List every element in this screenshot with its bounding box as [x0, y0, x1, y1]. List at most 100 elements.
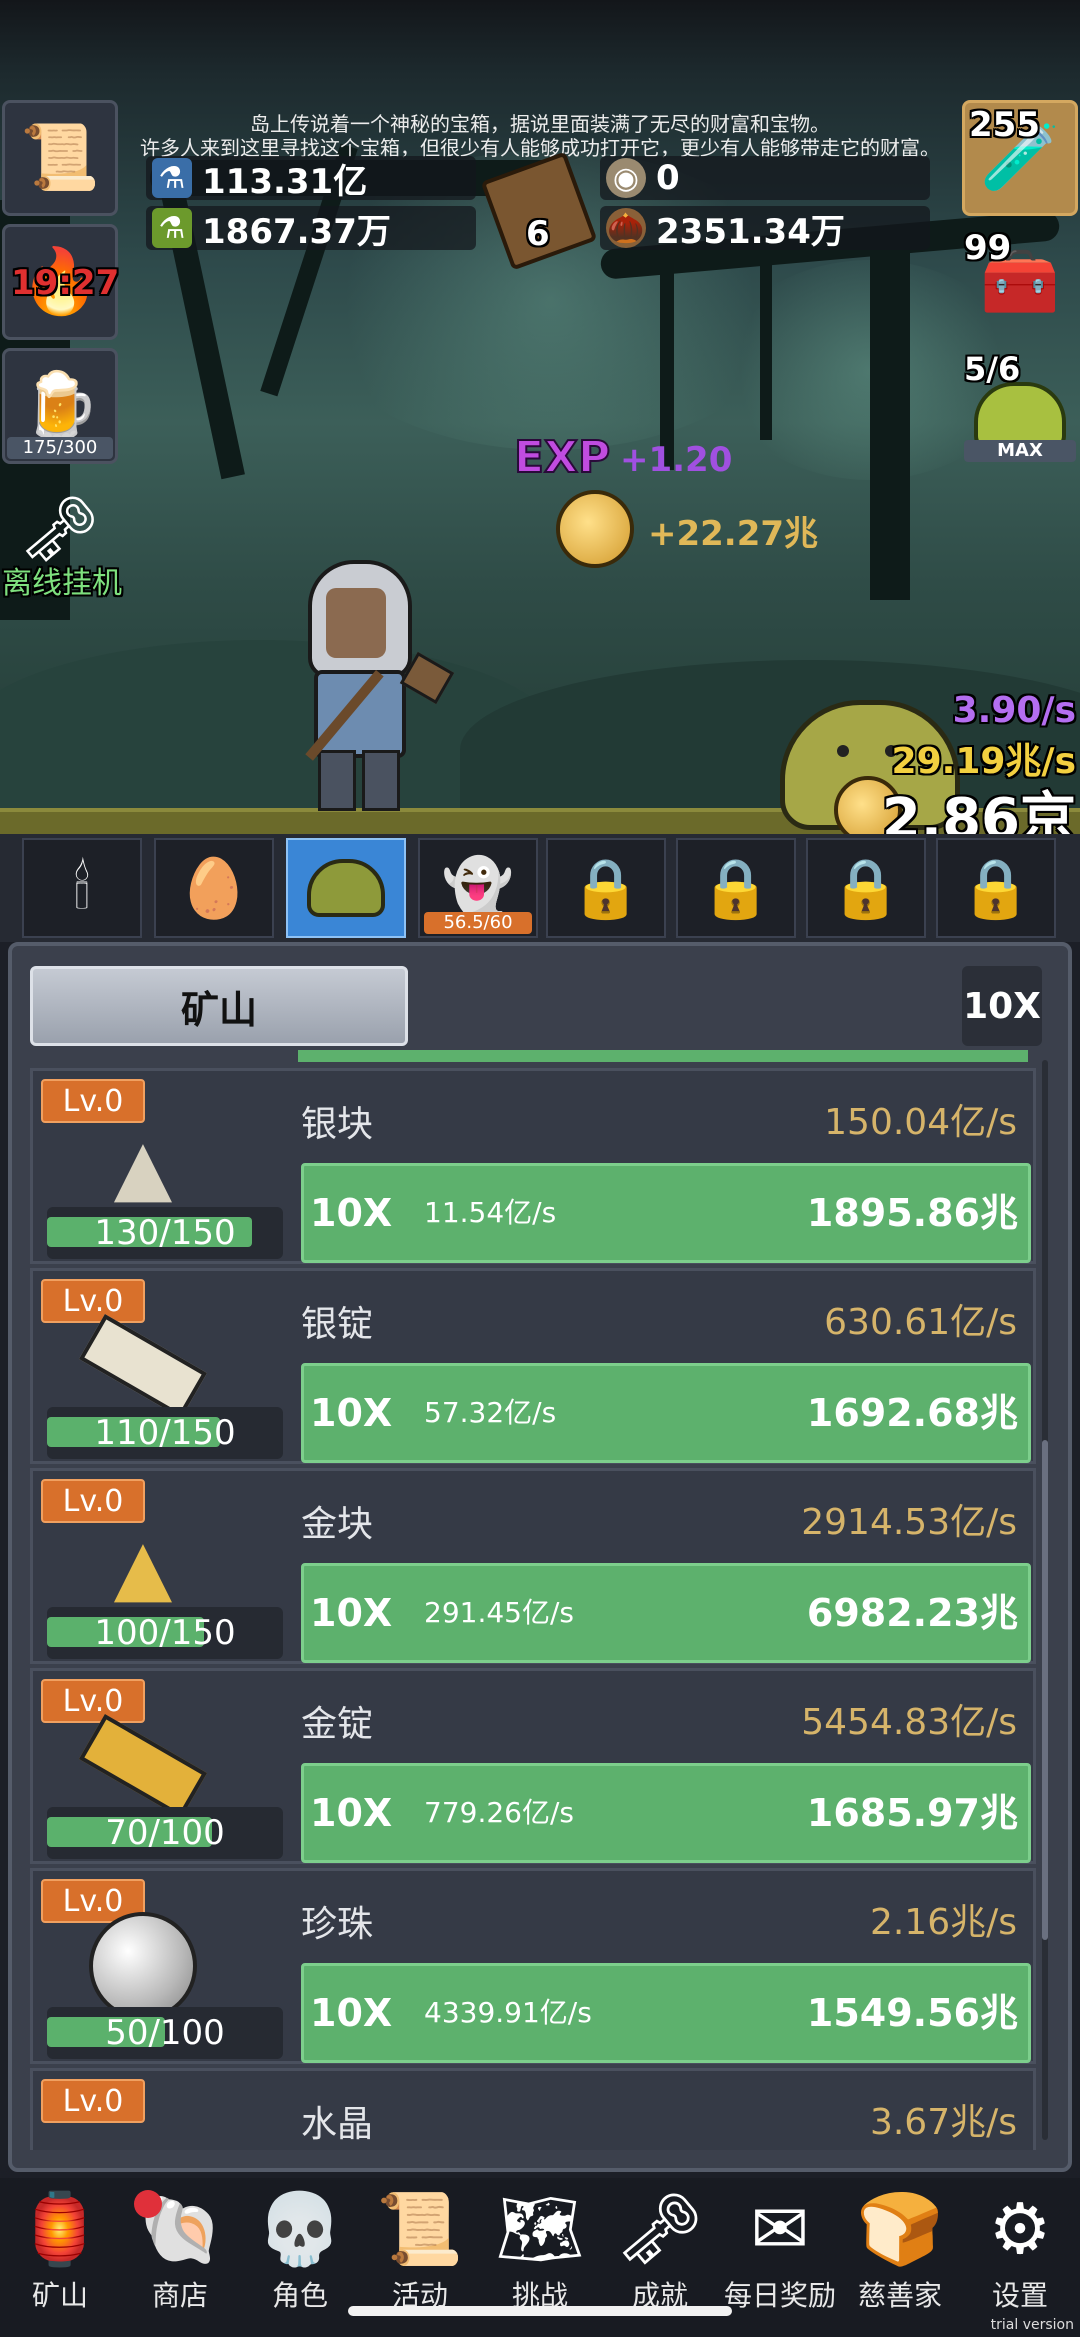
egg-slot[interactable]: 🥚 — [154, 838, 274, 938]
scroll-icon: 📜 — [20, 121, 100, 195]
locked-slot-3[interactable]: 🔒 — [806, 838, 926, 938]
key-icon: 🗝 — [615, 2188, 705, 2270]
ghost-slot[interactable]: 👻 56.5/60 — [418, 838, 538, 938]
locked-slot-1[interactable]: 🔒 — [546, 838, 666, 938]
watermark: trial version — [990, 2317, 1074, 2333]
silver-ingot-icon — [73, 1311, 213, 1421]
item-card: Lv.0 70/100 金锭 5454.83亿/s 10X 779.26亿/s 16… — [30, 1668, 1036, 1864]
gold-coin-icon — [556, 490, 634, 568]
scroll-icon: 📜 — [376, 2188, 464, 2270]
item-progress: 100/150 — [47, 1607, 283, 1659]
potion-button[interactable]: 🧪 255 — [962, 100, 1078, 216]
buy-button[interactable]: 10X 291.45亿/s 6982.23兆 — [301, 1563, 1031, 1663]
mine-tab-button[interactable]: 矿山 — [30, 966, 408, 1046]
slime-pet-button[interactable]: 5/6 MAX — [962, 348, 1078, 464]
slime-max-badge: MAX — [964, 440, 1076, 462]
skull-icon: 💀 — [256, 2188, 344, 2270]
item-list: Lv.0 ▲ 130/150 银块 150.04亿/s 10X 11.54亿/s 1… — [30, 1050, 1046, 2150]
buy-button[interactable]: 10X 57.32亿/s 1692.68兆 — [301, 1363, 1031, 1463]
seed-resource: 🌰 2351.34万 — [600, 206, 930, 252]
potion-count: 255 — [969, 105, 1040, 145]
item-card: Lv.0 ▲ 100/150 金块 2914.53亿/s 10X 291.45亿/… — [30, 1468, 1036, 1664]
item-card: Lv.0 ▲▲ 水晶 3.67兆/s — [30, 2068, 1036, 2150]
exp-label: EXP — [513, 431, 611, 484]
coin-resource: ◉ 0 — [600, 156, 930, 200]
envelope-icon: ✉ — [750, 2188, 810, 2270]
lock-icon: 🔒 — [959, 853, 1033, 922]
lock-icon: 🔒 — [829, 853, 903, 922]
blue-potion-icon: ⚗ — [152, 158, 192, 198]
torch-timer: 19:27 — [11, 263, 120, 303]
blue-potion-value: 113.31亿 — [202, 161, 368, 202]
chest-count: 99 — [964, 228, 1012, 268]
item-name: 金锭 — [301, 1704, 374, 1745]
gold-nugget-icon: ▲ — [113, 1521, 173, 1611]
slime-slot-icon — [307, 859, 385, 917]
seed-value: 2351.34万 — [656, 211, 845, 252]
exp-gain: +1.20 — [620, 440, 733, 480]
item-card: Lv.0 50/100 珍珠 2.16兆/s 10X 4339.91亿/s 1549… — [30, 1868, 1036, 2064]
exp-rate: 3.90/s — [952, 690, 1076, 731]
scroll-button[interactable]: 📜 — [2, 100, 118, 216]
bread-icon: 🍞 — [856, 2188, 944, 2270]
coin-small-value: 0 — [656, 158, 680, 198]
lantern-icon: 🏮 — [16, 2188, 104, 2270]
ghost-progress: 56.5/60 — [424, 912, 532, 934]
small-coin-icon: ◉ — [606, 158, 646, 198]
crystal-icon: ▲▲ — [73, 2121, 213, 2151]
buy-button[interactable]: 10X 779.26亿/s 1685.97兆 — [301, 1763, 1031, 1863]
candle-icon: 🕯 — [73, 853, 91, 922]
notification-dot — [134, 2190, 162, 2218]
item-name: 银锭 — [301, 1304, 374, 1345]
pearl-icon — [73, 1911, 213, 2021]
item-rate: 150.04亿/s — [824, 1102, 1017, 1143]
nav-settings[interactable]: ⚙ 设置 — [960, 2184, 1080, 2334]
slime-slot[interactable] — [286, 838, 406, 938]
coin-gain: +22.27兆 — [648, 514, 819, 554]
item-card: Lv.0 ▲ 130/150 银块 150.04亿/s 10X 11.54亿/s 1… — [30, 1068, 1036, 1264]
nav-philanthropist[interactable]: 🍞 慈善家 — [840, 2184, 960, 2334]
buy-button[interactable]: 10X 4339.91亿/s 1549.56兆 — [301, 1963, 1031, 2063]
item-card: Lv.0 110/150 银锭 630.61亿/s 10X 57.32亿/s 169… — [30, 1268, 1036, 1464]
gold-ingot-icon — [73, 1711, 213, 1821]
silver-nugget-icon: ▲ — [113, 1121, 173, 1211]
nav-daily-reward[interactable]: ✉ 每日奖励 — [720, 2184, 840, 2334]
item-rate: 3.67兆/s — [869, 2102, 1017, 2143]
nav-shop[interactable]: 🐚 商店 — [120, 2184, 240, 2334]
item-rate: 2914.53亿/s — [801, 1502, 1017, 1543]
book-count: 6 — [526, 214, 550, 254]
item-progress: 50/100 — [47, 2007, 283, 2059]
home-indicator[interactable] — [348, 2306, 732, 2316]
item-progress: 70/100 — [47, 1807, 283, 1859]
multiplier-button[interactable]: 10X — [962, 966, 1042, 1046]
nav-mine[interactable]: 🏮 矿山 — [0, 2184, 120, 2334]
item-name: 金块 — [301, 1504, 374, 1545]
nav-character[interactable]: 💀 角色 — [240, 2184, 360, 2334]
item-name: 水晶 — [301, 2104, 374, 2145]
green-potion-resource: ⚗ 1867.37万 — [146, 206, 476, 252]
chest-button[interactable]: 🧰 99 — [962, 224, 1078, 340]
locked-slot-4[interactable]: 🔒 — [936, 838, 1056, 938]
seed-icon: 🌰 — [606, 208, 646, 248]
lock-icon: 🔒 — [699, 853, 773, 922]
level-badge: Lv.0 — [41, 2079, 145, 2123]
item-rate: 2.16兆/s — [869, 1902, 1017, 1943]
green-potion-icon: ⚗ — [152, 208, 192, 248]
beer-progress: 175/300 — [7, 437, 113, 459]
torch-button[interactable]: 🔥 19:27 — [2, 224, 120, 340]
slime-count: 5/6 — [964, 350, 1021, 388]
candle-slot[interactable]: 🕯 — [22, 838, 142, 938]
gear-icon: ⚙ — [988, 2188, 1052, 2270]
blue-potion-resource: ⚗ 113.31亿 — [146, 156, 476, 202]
offline-label[interactable]: 离线挂机 — [2, 558, 122, 602]
buy-button[interactable]: 10X 11.54亿/s 1895.86兆 — [301, 1163, 1031, 1263]
item-name: 珍珠 — [301, 1904, 374, 1945]
item-rate: 630.61亿/s — [824, 1302, 1017, 1343]
green-potion-value: 1867.37万 — [202, 211, 391, 252]
beer-button[interactable]: 🍺 175/300 — [2, 348, 118, 464]
item-progress: 130/150 — [47, 1207, 283, 1259]
map-icon: 🗺 — [495, 2188, 585, 2270]
player-character — [296, 560, 455, 811]
locked-slot-2[interactable]: 🔒 — [676, 838, 796, 938]
beer-mug-icon: 🍺 — [20, 369, 100, 443]
